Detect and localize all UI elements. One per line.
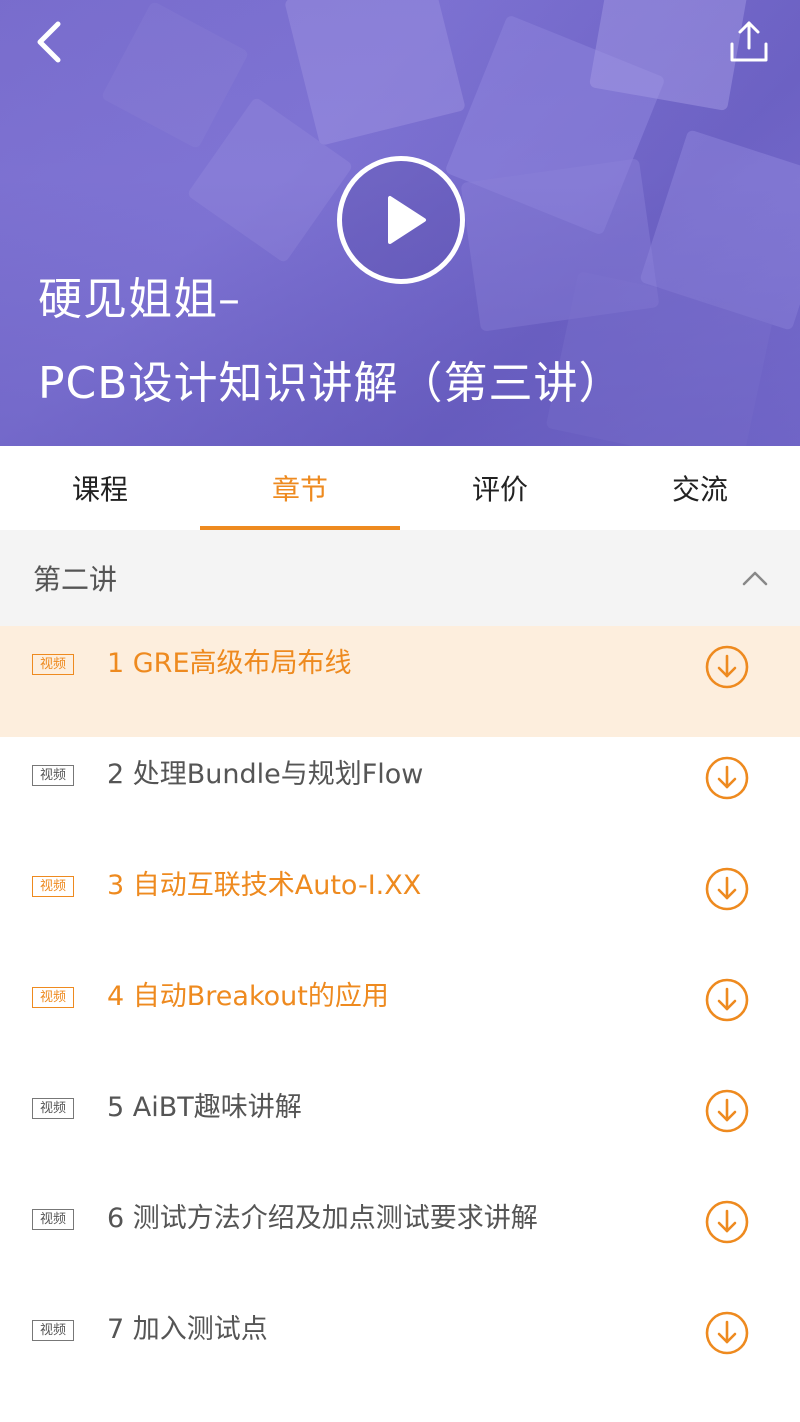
share-button[interactable] bbox=[726, 18, 772, 66]
share-upload-icon bbox=[730, 21, 768, 62]
download-circle-icon[interactable] bbox=[704, 977, 750, 1023]
lesson-item[interactable]: 视频 6 测试方法介绍及加点测试要求讲解 bbox=[0, 1181, 800, 1292]
video-tag: 视频 bbox=[32, 1320, 74, 1341]
chapter-section-header[interactable]: 第二讲 bbox=[0, 530, 800, 626]
chevron-up-icon[interactable] bbox=[740, 563, 770, 593]
lesson-item[interactable]: 视频 5 AiBT趣味讲解 bbox=[0, 1070, 800, 1181]
course-title-line1: 硬见姐姐– bbox=[38, 274, 241, 325]
course-title-line2: PCB设计知识讲解（第三讲） bbox=[38, 358, 624, 409]
course-title: 硬见姐姐– PCB设计知识讲解（第三讲） bbox=[38, 258, 778, 426]
lesson-item[interactable]: 视频 1 GRE高级布局布线 bbox=[0, 626, 800, 737]
download-circle-icon[interactable] bbox=[704, 644, 750, 690]
lesson-title: 2 处理Bundle与规划Flow bbox=[107, 759, 424, 790]
download-circle-icon[interactable] bbox=[704, 1199, 750, 1245]
lesson-title: 6 测试方法介绍及加点测试要求讲解 bbox=[107, 1203, 538, 1234]
lesson-title: 1 GRE高级布局布线 bbox=[107, 648, 352, 679]
lesson-item[interactable]: 视频 7 加入测试点 bbox=[0, 1292, 800, 1403]
lesson-title: 4 自动Breakout的应用 bbox=[107, 981, 389, 1012]
tab-reviews[interactable]: 评价 bbox=[400, 446, 600, 530]
tab-bar: 课程 章节 评价 交流 bbox=[0, 446, 800, 530]
lesson-title: 5 AiBT趣味讲解 bbox=[107, 1092, 302, 1123]
chapter-section-title: 第二讲 bbox=[33, 563, 118, 596]
lesson-item[interactable]: 视频 2 处理Bundle与规划Flow bbox=[0, 737, 800, 848]
download-circle-icon[interactable] bbox=[704, 1310, 750, 1356]
video-tag: 视频 bbox=[32, 1098, 74, 1119]
lesson-title: 7 加入测试点 bbox=[107, 1314, 268, 1345]
tab-chapters[interactable]: 章节 bbox=[200, 446, 400, 530]
download-circle-icon[interactable] bbox=[704, 755, 750, 801]
video-tag: 视频 bbox=[32, 1209, 74, 1230]
lesson-title: 3 自动互联技术Auto-I.XX bbox=[107, 870, 422, 901]
lesson-list: 视频 1 GRE高级布局布线 视频 2 处理Bundle与规划Flow 视频 3… bbox=[0, 626, 800, 1403]
video-tag: 视频 bbox=[32, 765, 74, 786]
back-button[interactable] bbox=[30, 18, 74, 66]
lesson-item[interactable]: 视频 3 自动互联技术Auto-I.XX bbox=[0, 848, 800, 959]
chevron-left-icon bbox=[37, 21, 61, 63]
video-tag: 视频 bbox=[32, 876, 74, 897]
course-cover: 硬见姐姐– PCB设计知识讲解（第三讲） bbox=[0, 0, 800, 446]
video-tag: 视频 bbox=[32, 654, 74, 675]
tab-discussion[interactable]: 交流 bbox=[600, 446, 800, 530]
video-tag: 视频 bbox=[32, 987, 74, 1008]
download-circle-icon[interactable] bbox=[704, 1088, 750, 1134]
download-circle-icon[interactable] bbox=[704, 866, 750, 912]
tab-course[interactable]: 课程 bbox=[0, 446, 200, 530]
lesson-item[interactable]: 视频 4 自动Breakout的应用 bbox=[0, 959, 800, 1070]
